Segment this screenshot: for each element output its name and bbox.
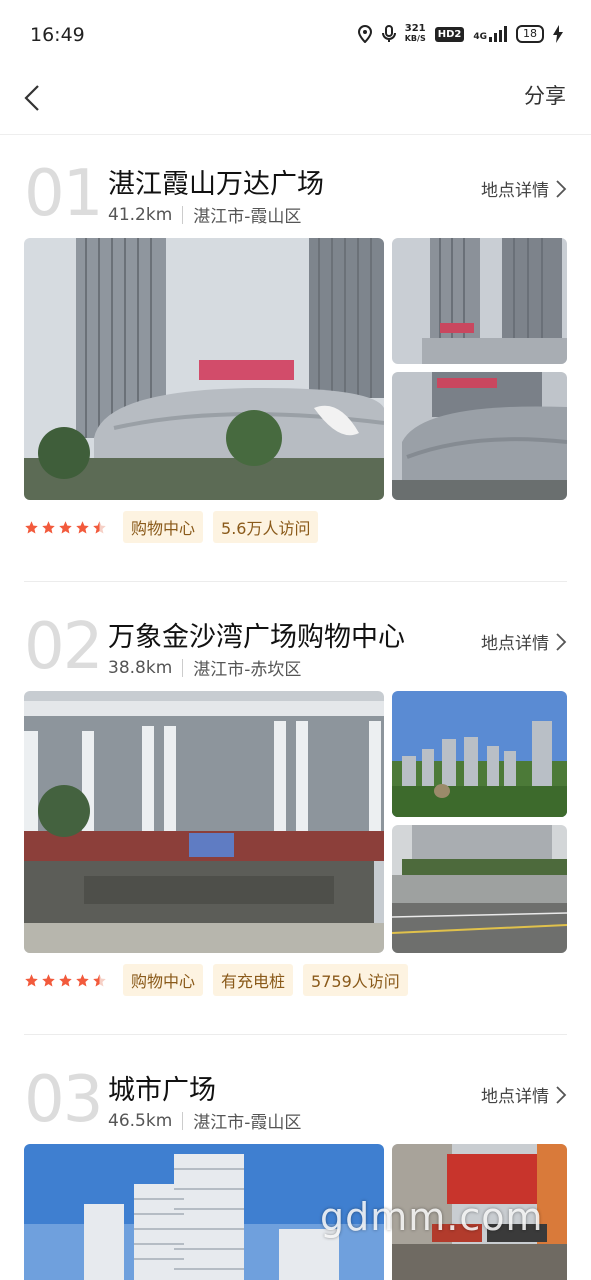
place-tag: 5759人访问 [303, 964, 408, 996]
place-rank: 02 [24, 610, 103, 684]
place-photos [24, 691, 567, 953]
place-distance: 41.2km [108, 204, 173, 225]
half-star-icon [93, 520, 106, 533]
place-detail-link[interactable]: 地点详情 [481, 1082, 567, 1107]
location-icon [357, 25, 373, 43]
watermark-text: gdmm.com [320, 1195, 544, 1239]
microphone-icon [381, 25, 396, 43]
battery-level: 18 [516, 25, 544, 43]
half-star-icon [93, 973, 106, 986]
place-meta: 38.8km 湛江市-赤坎区 [108, 655, 302, 681]
place-card[interactable]: 01 湛江霞山万达广场 41.2km 湛江市-霞山区 地点详情 购物中心 5.6… [24, 162, 567, 562]
star-icon [42, 520, 55, 533]
detail-label: 地点详情 [481, 1087, 549, 1107]
place-photo-thumb[interactable] [392, 691, 567, 817]
star-icon [76, 520, 89, 533]
status-bar: 16:49 321 KB/S HD2 4G 18 [0, 0, 591, 70]
top-navbar: 分享 [0, 70, 591, 135]
place-tag: 购物中心 [123, 511, 204, 543]
place-rank: 03 [24, 1063, 103, 1137]
chevron-right-icon [556, 1085, 567, 1104]
place-photo-main[interactable] [24, 691, 384, 953]
star-icon [59, 520, 72, 533]
rating-and-tags: 购物中心 有充电桩 5759人访问 [24, 964, 408, 996]
place-distance: 46.5km [108, 1110, 173, 1131]
star-icon [76, 973, 89, 986]
star-icon [59, 973, 72, 986]
place-photo-thumb[interactable] [392, 372, 567, 500]
chevron-left-icon [24, 85, 39, 111]
detail-label: 地点详情 [481, 181, 549, 201]
star-rating [24, 973, 107, 988]
chevron-right-icon [556, 632, 567, 651]
share-button[interactable]: 分享 [524, 80, 566, 110]
place-photo-thumb[interactable] [392, 238, 567, 364]
place-area: 湛江市-霞山区 [193, 1113, 302, 1133]
place-photos [24, 238, 567, 500]
network-type: 4G [473, 32, 487, 42]
place-tag: 5.6万人访问 [213, 511, 319, 543]
place-name[interactable]: 城市广场 [108, 1068, 216, 1107]
net-speed-value: 321 [404, 23, 426, 34]
signal-icon: 4G [473, 26, 507, 42]
place-card[interactable]: 02 万象金沙湾广场购物中心 38.8km 湛江市-赤坎区 地点详情 购物中心 … [24, 615, 567, 1015]
net-speed-unit: KB/S [404, 34, 426, 43]
place-tag: 有充电桩 [213, 964, 294, 996]
place-card[interactable]: 03 城市广场 46.5km 湛江市-霞山区 地点详情 [24, 1068, 567, 1280]
place-name[interactable]: 湛江霞山万达广场 [108, 162, 324, 201]
status-icons: 321 KB/S HD2 4G 18 [357, 24, 563, 44]
star-icon [42, 973, 55, 986]
status-time: 16:49 [30, 24, 85, 46]
rating-and-tags: 购物中心 5.6万人访问 [24, 511, 319, 543]
place-photo-thumb[interactable] [392, 825, 567, 953]
place-rank: 01 [24, 157, 103, 231]
place-detail-link[interactable]: 地点详情 [481, 176, 567, 201]
detail-label: 地点详情 [481, 634, 549, 654]
place-detail-link[interactable]: 地点详情 [481, 629, 567, 654]
place-distance: 38.8km [108, 657, 173, 678]
meta-divider [182, 205, 184, 224]
meta-divider [182, 658, 184, 677]
charging-icon [553, 25, 563, 43]
place-meta: 41.2km 湛江市-霞山区 [108, 202, 302, 228]
place-photo-main[interactable] [24, 238, 384, 500]
star-icon [25, 520, 38, 533]
place-tag: 购物中心 [123, 964, 204, 996]
star-icon [25, 973, 38, 986]
card-divider [24, 581, 567, 582]
star-rating [24, 520, 107, 535]
meta-divider [182, 1111, 184, 1130]
hd-badge: HD2 [434, 26, 465, 42]
back-button[interactable] [20, 78, 50, 118]
chevron-right-icon [556, 179, 567, 198]
place-name[interactable]: 万象金沙湾广场购物中心 [108, 615, 405, 654]
card-divider [24, 1034, 567, 1035]
place-area: 湛江市-霞山区 [193, 207, 302, 227]
place-meta: 46.5km 湛江市-霞山区 [108, 1108, 302, 1134]
net-speed: 321 KB/S [405, 24, 426, 44]
place-area: 湛江市-赤坎区 [193, 660, 302, 680]
